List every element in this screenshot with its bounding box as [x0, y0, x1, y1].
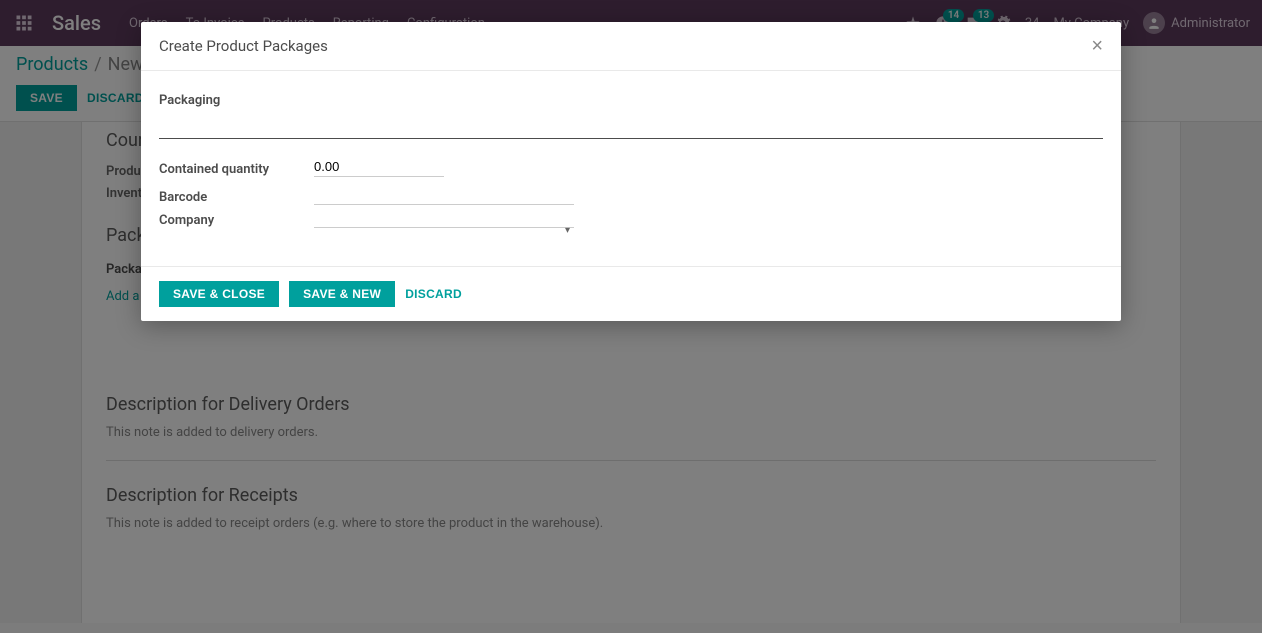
packaging-label: Packaging: [159, 93, 1103, 108]
company-row: Company ▾: [159, 213, 1103, 228]
chevron-down-icon: ▾: [565, 225, 570, 236]
modal-footer: SAVE & CLOSE SAVE & NEW DISCARD: [141, 266, 1121, 321]
packaging-input[interactable]: [159, 114, 1103, 139]
modal-body: Packaging Contained quantity Barcode Com…: [141, 71, 1121, 266]
qty-label: Contained quantity: [159, 162, 314, 177]
qty-input[interactable]: [314, 157, 444, 177]
save-new-button[interactable]: SAVE & NEW: [289, 281, 395, 307]
modal-title: Create Product Packages: [159, 37, 328, 55]
modal-discard-button[interactable]: DISCARD: [405, 287, 462, 301]
create-packages-modal: Create Product Packages × Packaging Cont…: [141, 22, 1121, 321]
barcode-row: Barcode: [159, 185, 1103, 205]
barcode-input[interactable]: [314, 185, 574, 205]
close-icon[interactable]: ×: [1091, 36, 1103, 56]
qty-row: Contained quantity: [159, 157, 1103, 177]
save-close-button[interactable]: SAVE & CLOSE: [159, 281, 279, 307]
company-label: Company: [159, 213, 314, 228]
barcode-label: Barcode: [159, 190, 314, 205]
packaging-field: Packaging: [159, 93, 1103, 139]
modal-header: Create Product Packages ×: [141, 22, 1121, 71]
company-select[interactable]: ▾: [314, 223, 574, 228]
